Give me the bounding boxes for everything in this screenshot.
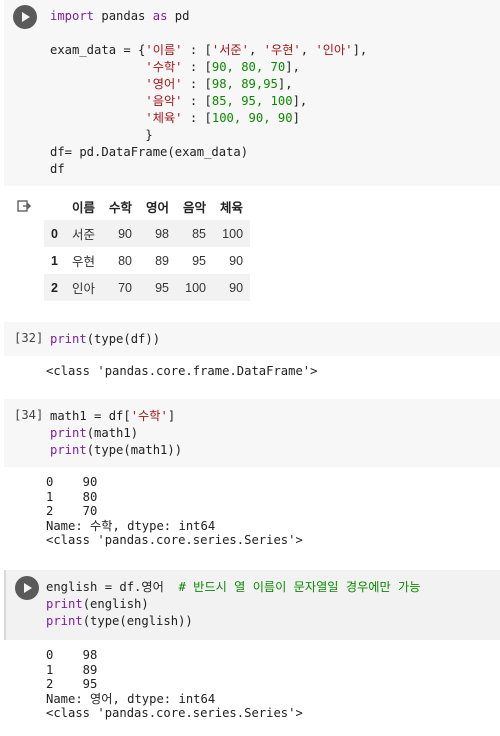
code-text: , [300, 43, 316, 57]
code-cell-2[interactable]: [32] print(type(df)) [4, 322, 500, 356]
table-cell: 90 [229, 253, 244, 268]
table-cell: 95 [155, 280, 169, 295]
code-text: (english) [82, 597, 149, 611]
dataframe-table: 이름 수학 영어 음악 체육 0 서준 90 98 85 100 1 우현 80… [44, 193, 251, 301]
code-cell-4[interactable]: english = df.영어 # 반드시 열 이름이 문자열일 경우에만 가능… [4, 570, 500, 640]
code-editor-1[interactable]: import pandas as pd exam_data = {'이름' : … [50, 8, 367, 178]
output-arrow-icon[interactable] [17, 200, 31, 212]
string-literal: '우현' [263, 43, 301, 57]
code-text: ] [292, 111, 300, 125]
table-header: 체육 [220, 201, 244, 215]
table-header-index [44, 193, 65, 220]
table-cell: 90 [229, 280, 244, 295]
string-literal: '체육' [145, 111, 183, 125]
code-text: (type(df)) [86, 332, 161, 346]
code-text: english = df.영어 [46, 580, 179, 594]
table-row: 2 인아 70 95 100 90 [44, 274, 251, 301]
string-literal: '음악' [145, 94, 183, 108]
table-row: 0 서준 90 98 85 100 [44, 220, 251, 247]
code-text: : [ [182, 77, 212, 91]
as-keyword: as [152, 9, 168, 23]
run-cell-button[interactable] [15, 576, 39, 600]
run-cell-button[interactable] [13, 5, 37, 29]
code-text: ] [167, 409, 176, 423]
table-cell: 89 [155, 253, 169, 268]
table-cell: 100 [222, 226, 244, 241]
code-text: : [ [182, 94, 212, 108]
print-function: print [50, 443, 87, 457]
execution-count: [32] [14, 331, 44, 345]
code-text: (type(english)) [82, 614, 193, 628]
code-text: ], [285, 60, 300, 74]
code-text: (math1) [86, 426, 139, 440]
table-header: 이름 [71, 201, 95, 215]
table-row: 1 우현 80 89 95 90 [44, 247, 250, 274]
table-cell: 서준 [71, 228, 95, 242]
number-literal: 85, 95, 100 [211, 94, 293, 108]
print-function: print [50, 332, 87, 346]
code-cell-3[interactable]: [34] math1 = df['수학'] print(math1) print… [4, 399, 500, 467]
cell-output-3: 0 90 1 80 2 70 Name: 수학, dtype: int64 <c… [46, 475, 303, 548]
code-text: , [248, 43, 264, 57]
code-text: pandas [94, 9, 153, 23]
table-cell: 70 [118, 280, 132, 295]
table-cell: 80 [118, 253, 132, 268]
table-cell: 85 [192, 226, 207, 241]
cell-output-2: <class 'pandas.core.frame.DataFrame'> [46, 364, 318, 378]
string-literal: '인아' [315, 43, 353, 57]
string-literal: '영어' [145, 77, 183, 91]
code-text: math1 = df[ [50, 409, 131, 423]
code-text: ], [352, 43, 368, 57]
table-cell: 98 [155, 226, 169, 241]
cell-output-4: 0 98 1 89 2 95 Name: 영어, dtype: int64 <c… [46, 648, 303, 721]
code-text: (type(math1)) [86, 443, 183, 457]
table-header: 영어 [145, 201, 169, 215]
code-text: exam_data = { [50, 43, 146, 57]
execution-count: [34] [14, 408, 44, 422]
table-cell: 100 [185, 280, 207, 295]
string-literal: '이름' [145, 43, 183, 57]
table-header: 수학 [108, 201, 132, 215]
code-text: : [ [182, 43, 212, 57]
table-cell: 인아 [71, 282, 95, 296]
code-text: df [50, 162, 65, 176]
number-literal: 90, 80, 70 [211, 60, 286, 74]
row-index: 0 [51, 226, 58, 241]
number-literal: 98, 89,95 [211, 77, 278, 91]
code-text: ], [292, 94, 308, 108]
string-literal: '수학' [130, 409, 168, 423]
code-cell-1[interactable]: import pandas as pd exam_data = {'이름' : … [4, 0, 500, 186]
code-text: } [145, 128, 153, 142]
table-cell: 90 [118, 226, 132, 241]
print-function: print [46, 597, 83, 611]
string-literal: '수학' [145, 60, 183, 74]
code-text: : [ [182, 111, 212, 125]
number-literal: 100, 90, 90 [211, 111, 293, 125]
code-text: : [ [182, 60, 212, 74]
code-editor-4[interactable]: english = df.영어 # 반드시 열 이름이 문자열일 경우에만 가능… [46, 579, 420, 630]
table-header-row: 이름 수학 영어 음악 체육 [44, 193, 250, 220]
import-keyword: import [50, 9, 95, 23]
code-comment: # 반드시 열 이름이 문자열일 경우에만 가능 [178, 580, 421, 594]
print-function: print [50, 426, 87, 440]
code-text: ], [277, 77, 293, 91]
table-header: 음악 [183, 201, 207, 215]
code-text: df= pd.DataFrame(exam_data) [50, 145, 249, 159]
code-text: pd [167, 9, 190, 23]
print-function: print [46, 614, 83, 628]
table-cell: 95 [192, 253, 207, 268]
table-cell: 우현 [71, 255, 95, 269]
row-index: 1 [51, 253, 58, 268]
string-literal: '서준' [211, 43, 249, 57]
code-editor-3[interactable]: math1 = df['수학'] print(math1) print(type… [50, 408, 182, 459]
row-index: 2 [51, 280, 58, 295]
code-editor-2[interactable]: print(type(df)) [50, 331, 160, 348]
